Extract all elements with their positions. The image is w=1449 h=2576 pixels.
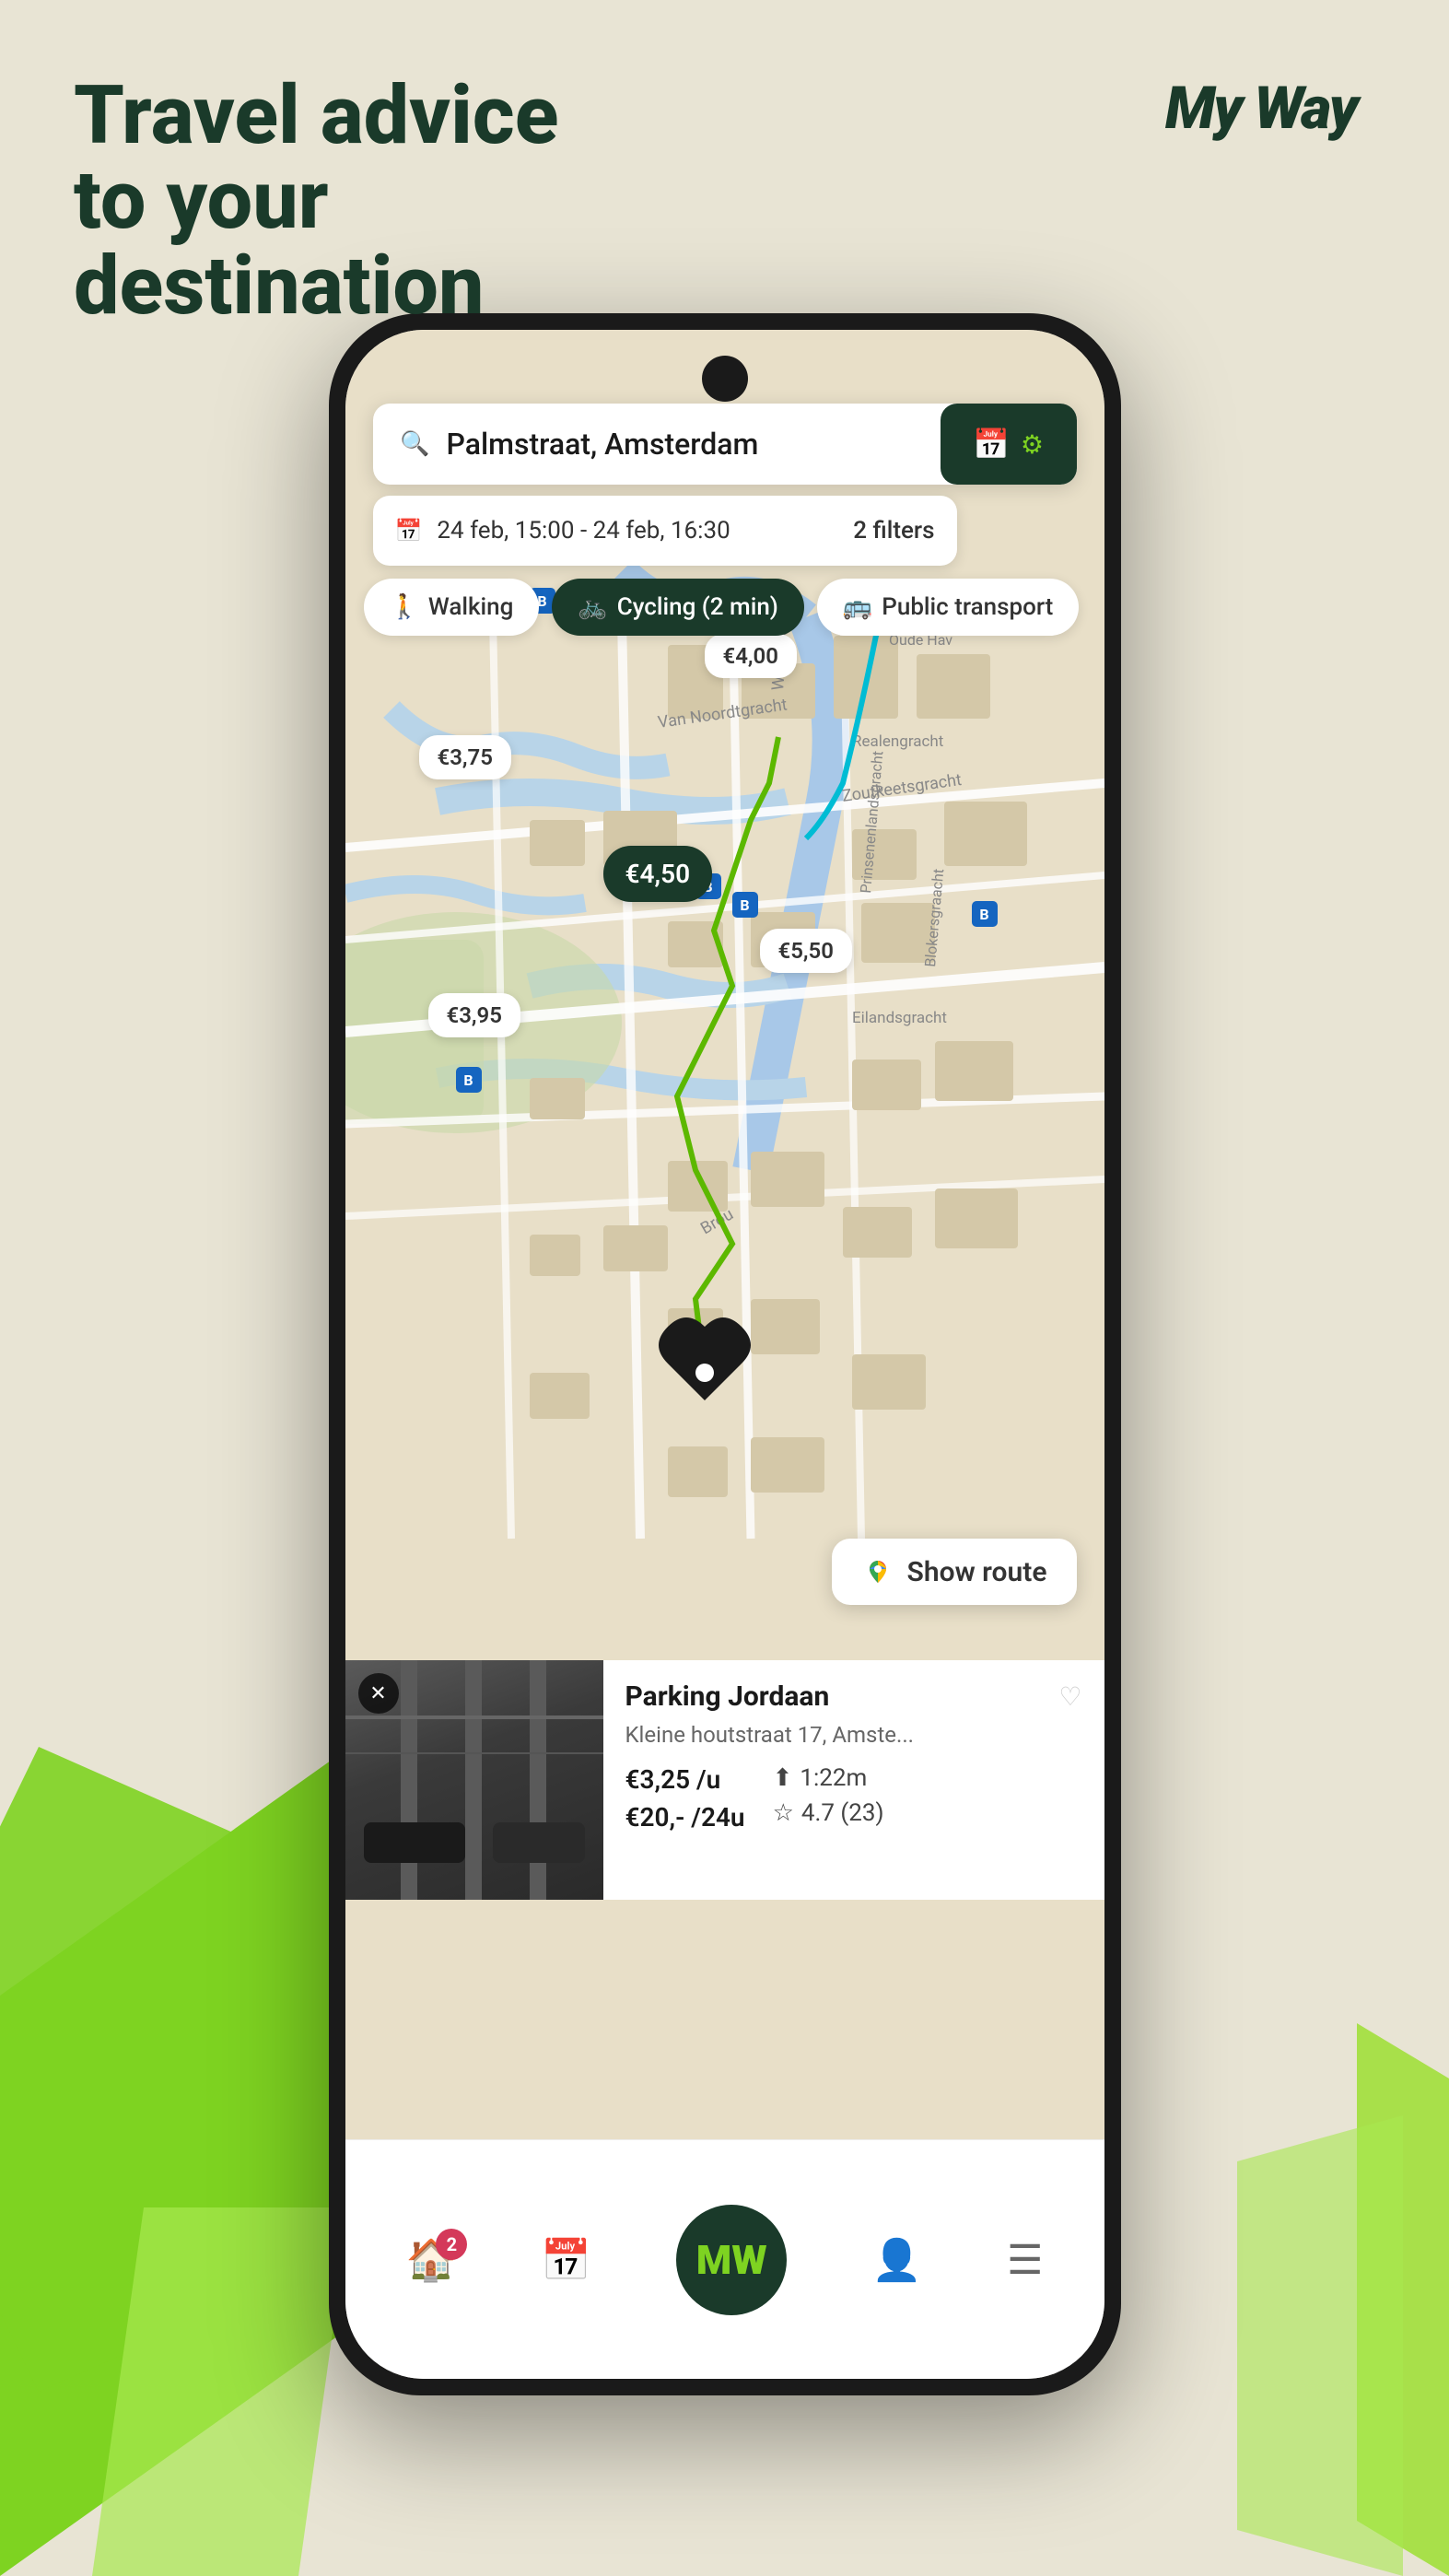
parking-card[interactable]: ✕ Parking Jordaan ♡ Kleine houtstraat 17… [345,1660,1104,1900]
filters-count: 2 filters [853,517,934,544]
tab-walking[interactable]: 🚶 Walking [364,579,540,636]
star-icon: ☆ [773,1799,794,1827]
bus-icon: 🚌 [843,593,872,621]
phone-mockup: Van Noordtgracht Westerkar Zoutkeetsgrac… [329,313,1121,2395]
price-label-1: €4,00 [705,634,797,678]
search-icon: 🔍 [399,427,432,461]
price-label-3: €4,50 [603,846,713,902]
calendar-filter-button[interactable]: 📅 ⚙ [941,404,1077,485]
pillar-3 [530,1660,546,1900]
profile-icon: 👤 [871,2236,922,2284]
nav-center-button[interactable]: MW [676,2205,787,2315]
app-logo: My Way [1165,74,1357,143]
nav-logo: MW [696,2240,767,2280]
nav-home[interactable]: 🏠 2 [406,2236,457,2284]
bus-marker-5: B [456,1067,482,1093]
cycling-icon: 🚲 [578,593,607,621]
pillar-1 [401,1660,417,1900]
svg-text:Eilandsgracht: Eilandsgracht [852,1009,947,1027]
menu-icon: ☰ [1007,2236,1043,2284]
parking-image: ✕ [345,1660,603,1900]
ceiling-2 [345,1752,603,1754]
rating: ☆ 4.7 (23) [773,1799,884,1827]
bottom-nav: 🏠 2 📅 MW 👤 ☰ [345,2139,1104,2379]
pillar-2 [465,1660,482,1900]
search-text: Palmstraat, Amsterdam [447,427,759,462]
car-2 [493,1822,585,1863]
walk-icon: ⬆ [773,1764,793,1792]
calendar-icon: 📅 [973,427,1010,462]
nav-center[interactable]: MW [676,2205,787,2315]
tab-cycling[interactable]: 🚲 Cycling (2 min) [552,579,804,636]
calendar-small-icon: 📅 [395,518,423,544]
map-area: Van Noordtgracht Westerkar Zoutkeetsgrac… [345,330,1104,2139]
price-per-day: €20,- /24u [625,1802,745,1832]
ceiling-1 [345,1715,603,1719]
parking-prices: €3,25 /u €20,- /24u [625,1764,745,1832]
parking-name: Parking Jordaan [625,1680,830,1713]
filter-icon: ⚙ [1021,429,1044,460]
price-per-hour: €3,25 /u [625,1764,745,1795]
nav-profile[interactable]: 👤 [871,2236,922,2284]
nav-calendar-icon: 📅 [541,2236,591,2284]
svg-text:Realengracht: Realengracht [852,732,943,751]
parking-header: Parking Jordaan ♡ [625,1680,1082,1713]
cycling-label: Cycling (2 min) [617,593,778,621]
bg-shape-4 [1237,2115,1403,2576]
walking-label: Walking [428,593,514,621]
nav-calendar[interactable]: 📅 [541,2236,591,2284]
favorite-icon[interactable]: ♡ [1058,1681,1081,1712]
parking-meta-col: ⬆ 1:22m ☆ 4.7 (23) [773,1764,884,1832]
phone-notch [702,356,748,402]
car-1 [364,1822,465,1863]
bus-marker-4: B [972,901,998,927]
tab-public-transport[interactable]: 🚌 Public transport [817,579,1079,636]
parking-details: €3,25 /u €20,- /24u ⬆ 1:22m ☆ 4.7 (23) [625,1764,1082,1832]
public-transport-label: Public transport [882,593,1053,621]
parking-address: Kleine houtstraat 17, Amste... [625,1722,1082,1748]
home-badge: 2 [436,2229,467,2260]
price-label-4: €5,50 [760,929,852,973]
transport-tabs: 🚶 Walking 🚲 Cycling (2 min) 🚌 Public tra… [364,579,1086,636]
header-title: Travel advice to your destination [74,74,558,329]
walking-icon: 🚶 [390,593,419,621]
date-text: 24 feb, 15:00 - 24 feb, 16:30 [437,517,730,544]
price-label-2: €3,75 [419,735,511,779]
bus-marker-2: B [732,892,758,918]
nav-menu[interactable]: ☰ [1007,2236,1043,2284]
parking-info: Parking Jordaan ♡ Kleine houtstraat 17, … [603,1660,1104,1900]
close-button[interactable]: ✕ [358,1673,399,1714]
walk-time: ⬆ 1:22m [773,1764,884,1792]
phone-screen: Van Noordtgracht Westerkar Zoutkeetsgrac… [345,330,1104,2379]
show-route-label: Show route [907,1556,1047,1588]
date-filter-bar[interactable]: 📅 24 feb, 15:00 - 24 feb, 16:30 2 filter… [373,496,957,566]
gmaps-icon [861,1555,894,1588]
price-label-5: €3,95 [428,993,520,1037]
show-route-button[interactable]: Show route [832,1539,1077,1605]
